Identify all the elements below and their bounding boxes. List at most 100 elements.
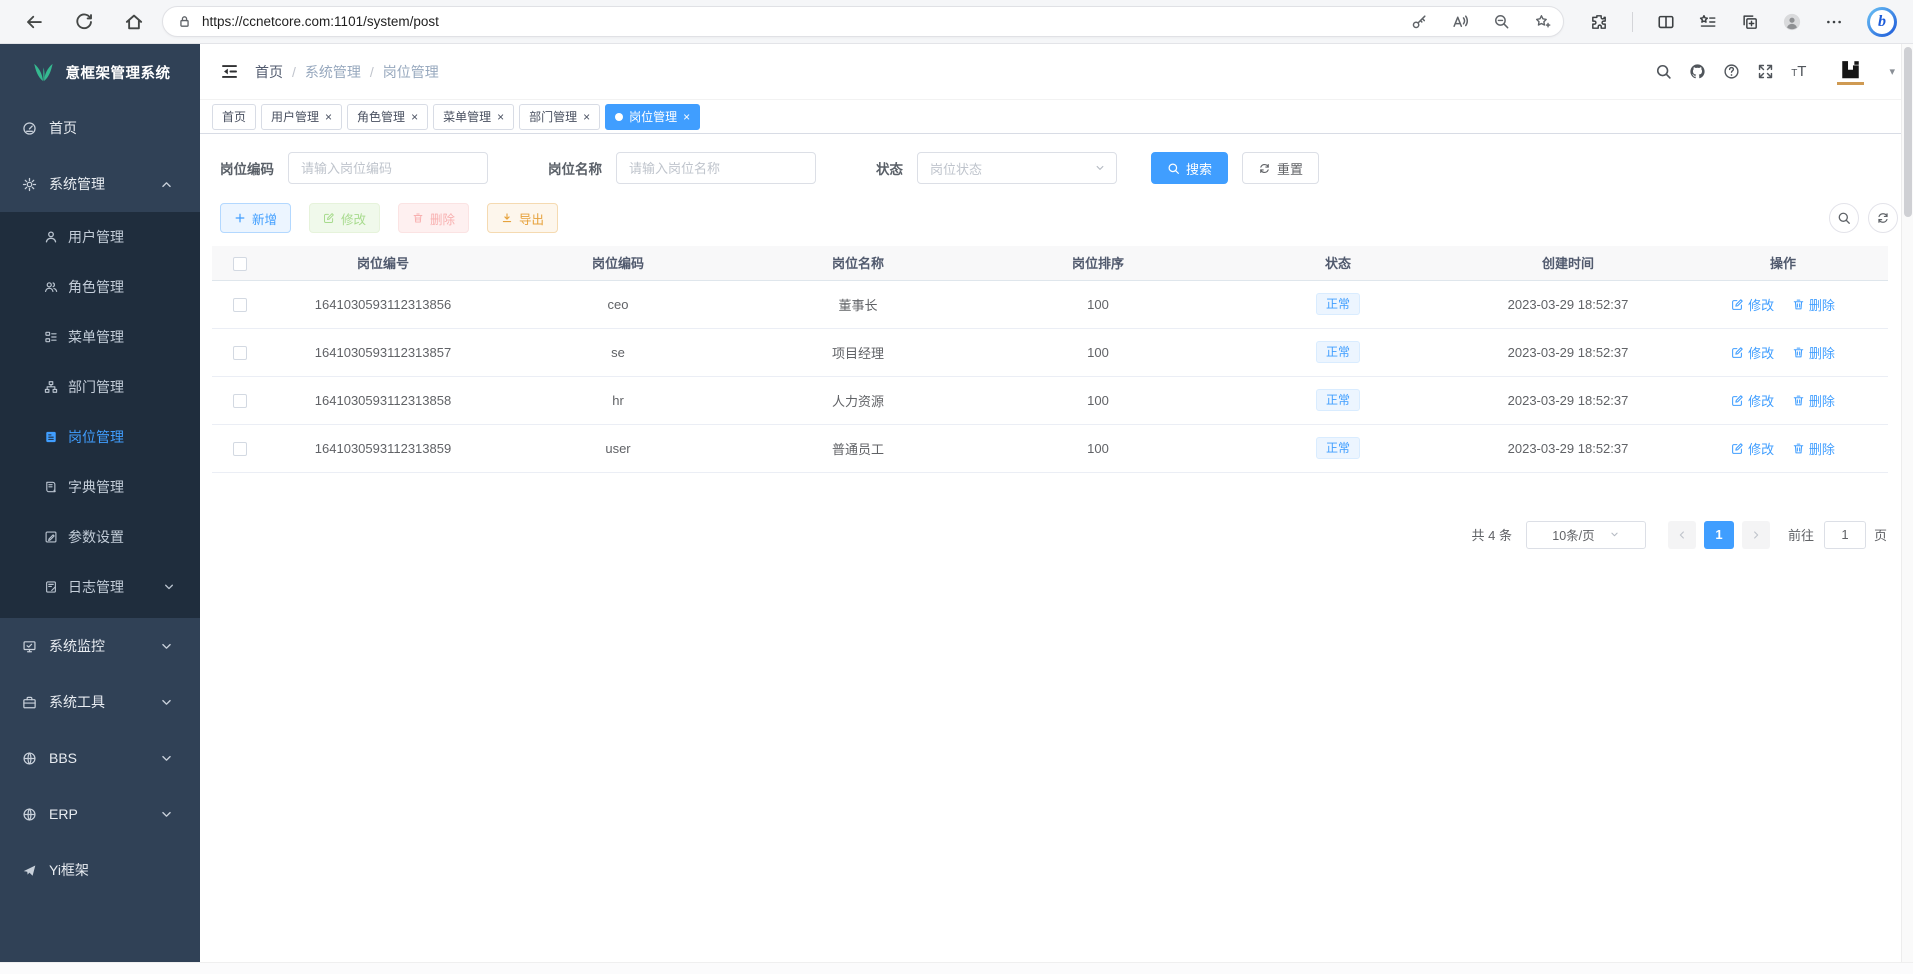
row-edit-link[interactable]: 修改 bbox=[1731, 391, 1774, 410]
close-icon[interactable]: × bbox=[411, 111, 418, 123]
tab-menu-management[interactable]: 菜单管理× bbox=[433, 104, 514, 130]
vertical-scrollbar[interactable] bbox=[1901, 44, 1913, 962]
close-icon[interactable]: × bbox=[325, 111, 332, 123]
row-checkbox[interactable] bbox=[233, 394, 247, 408]
row-edit-link[interactable]: 修改 bbox=[1731, 343, 1774, 362]
show-search-toggle-button[interactable] bbox=[1829, 203, 1859, 233]
row-checkbox[interactable] bbox=[233, 442, 247, 456]
row-edit-link[interactable]: 修改 bbox=[1731, 439, 1774, 458]
prev-page-button[interactable] bbox=[1668, 521, 1696, 549]
browser-back-icon[interactable] bbox=[24, 12, 44, 32]
delete-button-disabled[interactable]: 删除 bbox=[398, 203, 469, 233]
column-actions: 操作 bbox=[1678, 246, 1888, 280]
sidebar-item-param-settings[interactable]: 参数设置 bbox=[0, 512, 200, 562]
edit-button-disabled[interactable]: 修改 bbox=[309, 203, 380, 233]
zoom-out-icon[interactable] bbox=[1493, 13, 1510, 30]
post-code-input[interactable] bbox=[288, 152, 488, 184]
reset-button[interactable]: 重置 bbox=[1242, 152, 1319, 184]
sidebar-item-log-management[interactable]: 日志管理 bbox=[0, 562, 200, 612]
github-icon[interactable] bbox=[1689, 63, 1706, 80]
browser-home-icon[interactable] bbox=[124, 12, 144, 32]
browser-right-buttons: b bbox=[1590, 7, 1913, 37]
scrollbar-thumb[interactable] bbox=[1904, 47, 1912, 217]
row-delete-link[interactable]: 删除 bbox=[1792, 295, 1835, 314]
header-search-icon[interactable] bbox=[1655, 63, 1672, 80]
next-page-button[interactable] bbox=[1742, 521, 1770, 549]
row-edit-link[interactable]: 修改 bbox=[1731, 295, 1774, 314]
export-button[interactable]: 导出 bbox=[487, 203, 558, 233]
sidebar-item-post-management[interactable]: 岗位管理 bbox=[0, 412, 200, 462]
address-bar[interactable]: https://ccnetcore.com:1101/system/post bbox=[162, 6, 1564, 37]
split-screen-icon[interactable] bbox=[1657, 13, 1675, 31]
breadcrumb-system: 系统管理 bbox=[305, 62, 361, 82]
help-question-icon[interactable] bbox=[1723, 63, 1740, 80]
breadcrumb-home[interactable]: 首页 bbox=[255, 62, 283, 82]
sidebar-item-bbs[interactable]: BBS bbox=[0, 730, 200, 786]
cell-post-sort: 100 bbox=[978, 328, 1218, 376]
column-post-id: 岗位编号 bbox=[268, 246, 498, 280]
goto-page-input[interactable] bbox=[1824, 521, 1866, 549]
copilot-bing-icon[interactable]: b bbox=[1867, 7, 1897, 37]
browser-profile-avatar[interactable] bbox=[1783, 13, 1801, 31]
sidebar-item-dept-management[interactable]: 部门管理 bbox=[0, 362, 200, 412]
read-aloud-icon[interactable] bbox=[1452, 13, 1469, 30]
browser-nav-buttons bbox=[0, 12, 162, 32]
sidebar-collapse-icon[interactable] bbox=[220, 62, 239, 81]
sidebar-item-role-management[interactable]: 角色管理 bbox=[0, 262, 200, 312]
sidebar-item-menu-management[interactable]: 菜单管理 bbox=[0, 312, 200, 362]
status-select[interactable]: 岗位状态 bbox=[917, 152, 1117, 184]
chevron-down-icon bbox=[1094, 162, 1106, 174]
tab-post-management-active[interactable]: 岗位管理× bbox=[605, 104, 700, 130]
close-icon[interactable]: × bbox=[583, 111, 590, 123]
collections-icon[interactable] bbox=[1741, 13, 1759, 31]
page-number-active[interactable]: 1 bbox=[1704, 521, 1734, 549]
page-unit-label: 页 bbox=[1874, 525, 1887, 544]
tab-user-management[interactable]: 用户管理× bbox=[261, 104, 342, 130]
row-delete-link[interactable]: 删除 bbox=[1792, 439, 1835, 458]
page-size-select[interactable]: 10条/页 bbox=[1526, 521, 1646, 549]
fullscreen-icon[interactable] bbox=[1757, 63, 1774, 80]
favorites-bar-icon[interactable] bbox=[1699, 13, 1717, 31]
tab-dept-management[interactable]: 部门管理× bbox=[519, 104, 600, 130]
row-checkbox[interactable] bbox=[233, 298, 247, 312]
sidebar-item-erp[interactable]: ERP bbox=[0, 786, 200, 842]
url-text: https://ccnetcore.com:1101/system/post bbox=[202, 14, 1411, 29]
row-checkbox[interactable] bbox=[233, 346, 247, 360]
row-delete-link[interactable]: 删除 bbox=[1792, 343, 1835, 362]
menu-tree-icon bbox=[44, 330, 58, 344]
row-delete-link[interactable]: 删除 bbox=[1792, 391, 1835, 410]
navbar-actions: TT ▾ bbox=[1655, 59, 1895, 85]
sidebar-item-yi-framework[interactable]: Yi框架 bbox=[0, 842, 200, 898]
sidebar-item-system-tools[interactable]: 系统工具 bbox=[0, 674, 200, 730]
gauge-icon bbox=[22, 121, 37, 136]
tab-home[interactable]: 首页 bbox=[212, 104, 256, 130]
user-icon bbox=[44, 230, 58, 244]
user-avatar-logo[interactable] bbox=[1837, 59, 1864, 85]
extensions-icon[interactable] bbox=[1590, 13, 1608, 31]
select-all-checkbox[interactable] bbox=[233, 257, 247, 271]
browser-refresh-icon[interactable] bbox=[74, 12, 94, 32]
add-button[interactable]: 新增 bbox=[220, 203, 291, 233]
password-key-icon[interactable] bbox=[1411, 13, 1428, 30]
avatar-caret-down-icon[interactable]: ▾ bbox=[1889, 65, 1895, 78]
more-options-icon[interactable] bbox=[1825, 13, 1843, 31]
close-icon[interactable]: × bbox=[683, 111, 690, 123]
address-bar-icons bbox=[1411, 13, 1551, 30]
sidebar-item-dict-management[interactable]: 字典管理 bbox=[0, 462, 200, 512]
post-name-input[interactable] bbox=[616, 152, 816, 184]
sidebar-item-system-monitor[interactable]: 系统监控 bbox=[0, 618, 200, 674]
sidebar-item-home[interactable]: 首页 bbox=[0, 100, 200, 156]
sidebar-item-system-management[interactable]: 系统管理 bbox=[0, 156, 200, 212]
org-tree-icon bbox=[44, 380, 58, 394]
favorite-star-icon[interactable] bbox=[1534, 13, 1551, 30]
search-button[interactable]: 搜索 bbox=[1151, 152, 1228, 184]
tab-role-management[interactable]: 角色管理× bbox=[347, 104, 428, 130]
font-size-icon[interactable]: TT bbox=[1791, 64, 1806, 79]
horizontal-scrollbar-track[interactable] bbox=[0, 962, 1913, 974]
filter-post-code: 岗位编码 bbox=[220, 152, 488, 184]
status-badge: 正常 bbox=[1316, 293, 1360, 315]
sidebar-item-user-management[interactable]: 用户管理 bbox=[0, 212, 200, 262]
lock-icon[interactable] bbox=[177, 14, 192, 29]
refresh-table-button[interactable] bbox=[1868, 203, 1898, 233]
close-icon[interactable]: × bbox=[497, 111, 504, 123]
